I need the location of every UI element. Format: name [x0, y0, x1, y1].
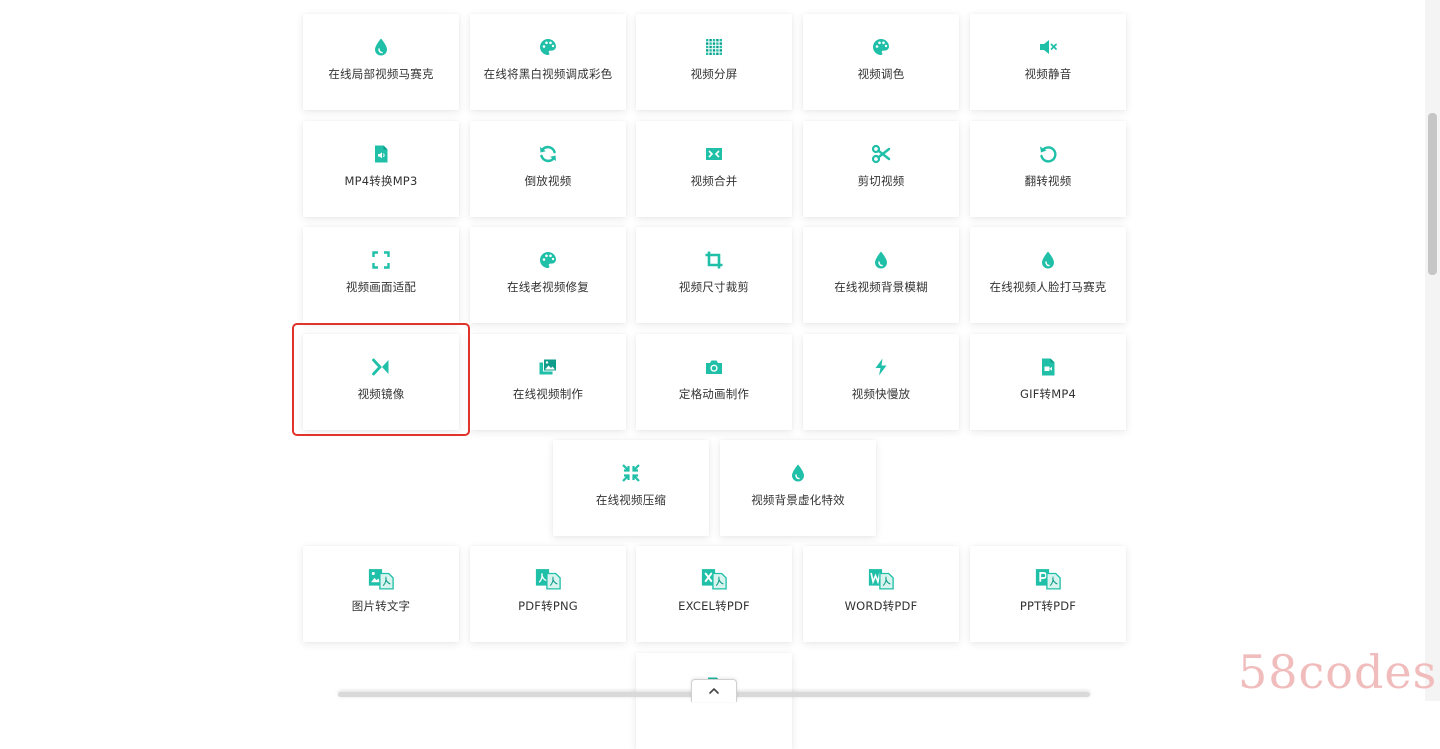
tool-card-pdf-to-png[interactable]: PDF转PNG	[470, 546, 626, 642]
tool-label: 在线视频人脸打马赛克	[989, 280, 1107, 294]
drop-icon	[370, 36, 392, 58]
tool-label: 剪切视频	[857, 174, 905, 188]
tool-label: 视频分屏	[690, 67, 738, 81]
tool-label: WORD转PDF	[844, 599, 918, 613]
tool-label: 在线局部视频马赛克	[328, 67, 434, 81]
crop-icon	[703, 249, 725, 271]
tool-card-reverse[interactable]: 倒放视频	[470, 121, 626, 217]
tool-label: 视频背景虚化特效	[751, 493, 845, 507]
tool-card-gif-to-mp4[interactable]: GIF转MP4	[970, 334, 1126, 430]
ppt-to-pdf-icon	[1033, 568, 1063, 590]
undo-icon	[1037, 143, 1059, 165]
tool-label: 视频尺寸裁剪	[678, 280, 750, 294]
tool-card-cut[interactable]: 剪切视频	[803, 121, 959, 217]
tool-label: 视频合并	[690, 174, 738, 188]
compress-icon	[620, 462, 642, 484]
tool-card-bg-bokeh[interactable]: 视频背景虚化特效	[720, 440, 876, 536]
vertical-scrollbar[interactable]	[1425, 0, 1440, 701]
tool-card-fit[interactable]: 视频画面适配	[303, 227, 459, 323]
tool-card-split-screen[interactable]: 视频分屏	[636, 14, 792, 110]
refresh-icon	[537, 143, 559, 165]
tool-label: 在线视频压缩	[595, 493, 667, 507]
tool-card-color-grade[interactable]: 视频调色	[803, 14, 959, 110]
tool-card-mp4-to-mp3[interactable]: MP4转换MP3	[303, 121, 459, 217]
pdf-to-image-icon	[533, 568, 563, 590]
mirror-icon	[370, 356, 392, 378]
back-to-top-button[interactable]	[691, 679, 737, 702]
tool-label: 在线视频制作	[512, 387, 584, 401]
tool-label: 在线将黑白视频调成彩色	[483, 67, 613, 81]
palette-icon	[537, 36, 559, 58]
tool-label: 视频镜像	[357, 387, 405, 401]
image-to-doc-icon	[366, 568, 396, 590]
tool-card-flip[interactable]: 翻转视频	[970, 121, 1126, 217]
images-icon	[537, 356, 559, 378]
camera-icon	[703, 356, 725, 378]
tool-card-make-video[interactable]: 在线视频制作	[470, 334, 626, 430]
tool-card-excel-to-pdf[interactable]: EXCEL转PDF	[636, 546, 792, 642]
watermark: 58codes	[1238, 645, 1438, 699]
tool-card-speed[interactable]: 视频快慢放	[803, 334, 959, 430]
tool-label: 倒放视频	[524, 174, 572, 188]
tool-card-crop[interactable]: 视频尺寸裁剪	[636, 227, 792, 323]
tool-card-ocr[interactable]: 图片转文字	[303, 546, 459, 642]
grid-icon	[703, 36, 725, 58]
drop-icon	[870, 249, 892, 271]
tool-card-merge[interactable]: 视频合并	[636, 121, 792, 217]
tool-label: MP4转换MP3	[344, 174, 418, 188]
mute-icon	[1037, 36, 1059, 58]
video-file-icon	[1037, 356, 1059, 378]
chevron-up-icon	[707, 684, 721, 698]
excel-to-pdf-icon	[699, 568, 729, 590]
tool-card-colorize[interactable]: 在线将黑白视频调成彩色	[470, 14, 626, 110]
tool-label: GIF转MP4	[1020, 387, 1076, 401]
palette-icon	[870, 36, 892, 58]
tool-label: 视频画面适配	[345, 280, 417, 294]
tool-label: 视频静音	[1024, 67, 1072, 81]
tool-card-compress[interactable]: 在线视频压缩	[553, 440, 709, 536]
tool-card-local-mosaic[interactable]: 在线局部视频马赛克	[303, 14, 459, 110]
tool-card-word-to-pdf[interactable]: WORD转PDF	[803, 546, 959, 642]
drop-icon	[1037, 249, 1059, 271]
tool-card-face-mosaic[interactable]: 在线视频人脸打马赛克	[970, 227, 1126, 323]
tool-label: EXCEL转PDF	[678, 599, 750, 613]
tool-label: 在线视频背景模糊	[834, 280, 928, 294]
tool-card-mute[interactable]: 视频静音	[970, 14, 1126, 110]
tool-card-ppt-to-pdf[interactable]: PPT转PDF	[970, 546, 1126, 642]
tool-label: 翻转视频	[1024, 174, 1072, 188]
scrollbar-thumb[interactable]	[1428, 113, 1437, 275]
expand-icon	[370, 249, 392, 271]
word-to-pdf-icon	[866, 568, 896, 590]
tool-label: PDF转PNG	[518, 599, 578, 613]
tool-grid: 在线局部视频马赛克 在线将黑白视频调成彩色 视频分屏 视频调色 视频静音 MP4…	[0, 0, 1425, 749]
tool-label: 视频调色	[857, 67, 905, 81]
tool-label: 在线老视频修复	[507, 280, 589, 294]
tool-label: 定格动画制作	[678, 387, 750, 401]
palette-icon	[537, 249, 559, 271]
scissors-icon	[870, 143, 892, 165]
tool-card-mirror[interactable]: 视频镜像	[303, 334, 459, 430]
tool-card-bg-blur[interactable]: 在线视频背景模糊	[803, 227, 959, 323]
tool-card-restore[interactable]: 在线老视频修复	[470, 227, 626, 323]
tool-label: PPT转PDF	[1019, 599, 1077, 613]
merge-icon	[703, 143, 725, 165]
tool-label: 视频快慢放	[851, 387, 911, 401]
tool-card-stop-motion[interactable]: 定格动画制作	[636, 334, 792, 430]
audio-file-icon	[370, 143, 392, 165]
tool-label: 图片转文字	[351, 599, 411, 613]
bolt-icon	[870, 356, 892, 378]
drop-icon	[787, 462, 809, 484]
